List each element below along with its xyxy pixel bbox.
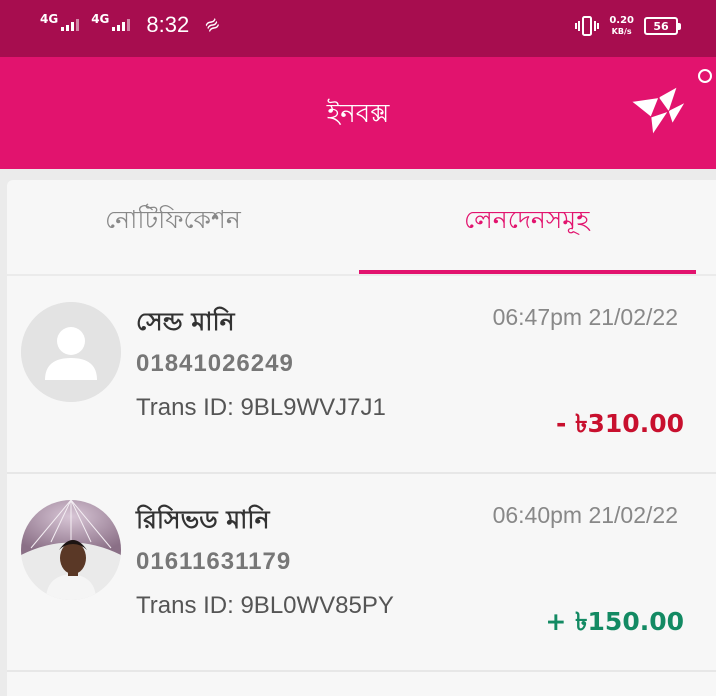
status-bar: 4G 4G 8:32 ≋ 0.20 KB/s 56 — [0, 0, 716, 57]
default-user-icon — [21, 302, 121, 402]
signal-sim1: 4G — [40, 13, 80, 31]
speed-value: 0.20 — [609, 15, 634, 26]
transaction-phone: 01841026249 — [136, 350, 294, 377]
status-left: 4G 4G 8:32 ≋ — [40, 12, 225, 38]
user-photo — [21, 500, 121, 600]
notification-dot-icon — [698, 69, 712, 83]
avatar — [21, 500, 121, 600]
row-divider — [7, 670, 716, 672]
transaction-list: সেন্ড মানি 01841026249 Trans ID: 9BL9WVJ… — [7, 276, 716, 696]
network-type-label: 4G — [91, 12, 110, 26]
speed-unit: KB/s — [611, 27, 632, 36]
transaction-row[interactable]: সেন্ড মানি 01841026249 Trans ID: 9BL9WVJ… — [7, 276, 716, 474]
status-right: 0.20 KB/s 56 — [575, 14, 681, 38]
clock: 8:32 — [146, 12, 190, 37]
transaction-id: Trans ID: 9BL9WVJ7J1 — [136, 394, 386, 421]
transaction-row[interactable]: রিসিভড মানি 01611631179 Trans ID: 9BL0WV… — [7, 474, 716, 672]
network-speed: 0.20 KB/s — [609, 15, 634, 37]
app-bar: ইনবক্স — [0, 57, 716, 169]
page-title: ইনবক্স — [326, 99, 390, 129]
transaction-type: সেন্ড মানি — [136, 307, 235, 336]
tab-bar: নোটিফিকেশন লেনদেনসমূহ — [7, 180, 716, 274]
transaction-datetime: 06:40pm 21/02/22 — [492, 502, 678, 528]
battery-level: 56 — [653, 19, 669, 33]
active-tab-indicator — [359, 270, 696, 274]
vibrate-icon — [575, 16, 600, 36]
avatar — [21, 302, 121, 402]
signal-sim2: 4G — [91, 13, 131, 31]
bkash-bird-logo-icon[interactable] — [630, 82, 688, 140]
transaction-datetime: 06:47pm 21/02/22 — [492, 304, 678, 330]
transaction-amount: - ৳310.00 — [555, 409, 684, 438]
signal-bars-icon — [61, 19, 80, 31]
transaction-phone: 01611631179 — [136, 548, 292, 575]
transaction-id: Trans ID: 9BL0WV85PY — [136, 592, 394, 619]
battery-icon: 56 — [644, 17, 681, 35]
signal-bars-icon — [112, 19, 131, 31]
network-type-label: 4G — [40, 12, 59, 26]
transaction-amount: + ৳150.00 — [545, 607, 684, 636]
tab-transactions[interactable]: লেনদেনসমূহ — [464, 200, 589, 243]
tab-notifications[interactable]: নোটিফিকেশন — [105, 200, 241, 243]
transaction-type: রিসিভড মানি — [136, 505, 270, 534]
hotspot-icon: ≋ — [200, 12, 225, 38]
